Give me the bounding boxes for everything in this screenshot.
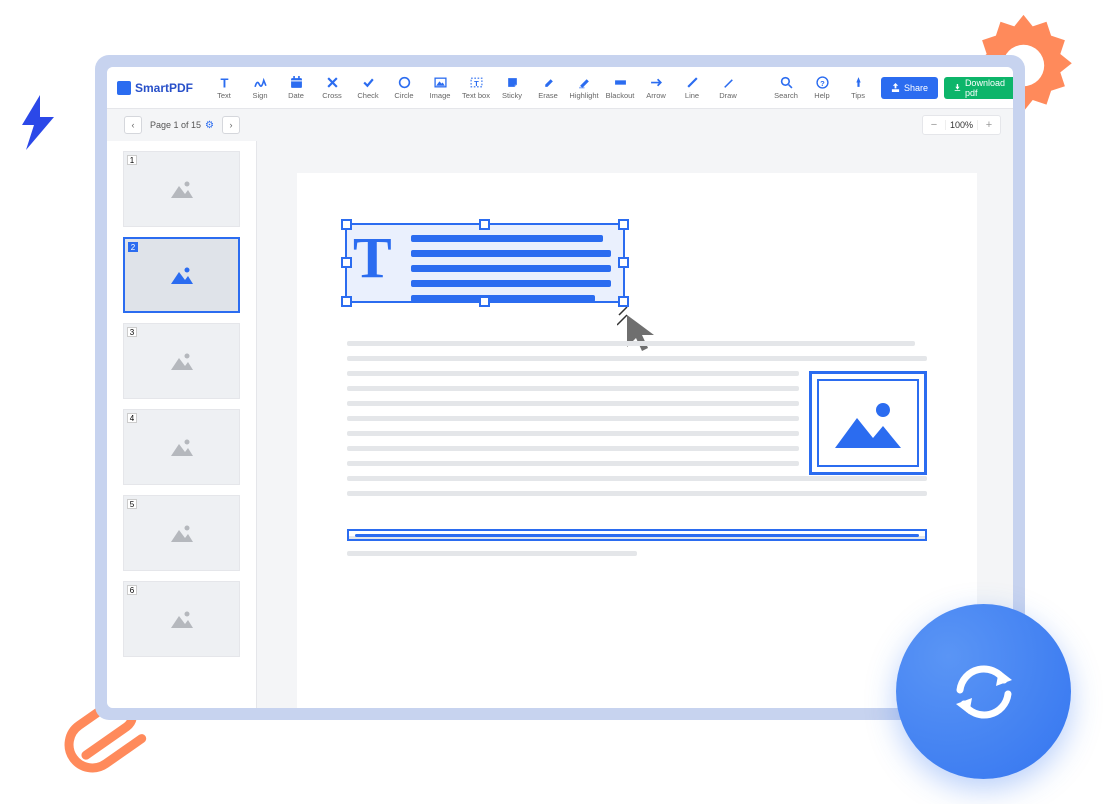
util-help[interactable]: ?Help (805, 76, 839, 100)
resize-handle-bm[interactable] (479, 296, 490, 307)
util-search[interactable]: Search (769, 76, 803, 100)
tool-highlight[interactable]: Highlight (567, 76, 601, 100)
zoom-control: − 100% + (922, 115, 1001, 135)
blackout-icon (613, 76, 627, 90)
thumbnails-panel: 1 2 3 4 5 6 (107, 141, 257, 708)
highlighted-line-element[interactable] (347, 529, 927, 541)
help-icon: ? (815, 76, 829, 90)
tool-cross[interactable]: Cross (315, 76, 349, 100)
line-icon (685, 76, 699, 90)
brand-label: SmartPDF (135, 81, 193, 95)
svg-text:?: ? (820, 79, 825, 88)
tool-check[interactable]: Check (351, 76, 385, 100)
image-icon (169, 350, 195, 372)
sign-icon (253, 76, 267, 90)
textbox-icon: T (469, 76, 483, 90)
tips-icon (851, 76, 865, 90)
erase-icon (541, 76, 555, 90)
tool-line[interactable]: Line (675, 76, 709, 100)
tool-date[interactable]: Date (279, 76, 313, 100)
thumbnail-2[interactable]: 2 (123, 237, 240, 313)
sticky-icon (505, 76, 519, 90)
image-icon (169, 608, 195, 630)
util-tips[interactable]: Tips (841, 76, 875, 100)
share-icon (891, 83, 900, 92)
thumbnail-5[interactable]: 5 (123, 495, 240, 571)
search-icon (779, 76, 793, 90)
page-info: Page 1 of 15 ⚙ (150, 120, 214, 131)
brand-icon (117, 81, 131, 95)
image-icon (169, 436, 195, 458)
download-button[interactable]: Download pdf (944, 77, 1013, 99)
thumbnail-6[interactable]: 6 (123, 581, 240, 657)
tool-circle[interactable]: Circle (387, 76, 421, 100)
resize-handle-mr[interactable] (618, 257, 629, 268)
resize-handle-ml[interactable] (341, 257, 352, 268)
share-button[interactable]: Share (881, 77, 938, 99)
date-icon (289, 76, 303, 90)
tool-draw[interactable]: Draw (711, 76, 745, 100)
image-placeholder-icon (833, 396, 903, 451)
circle-icon (397, 76, 411, 90)
thumbnail-1[interactable]: 1 (123, 151, 240, 227)
cross-icon (325, 76, 339, 90)
next-page-button[interactable]: › (222, 116, 240, 134)
download-icon (954, 83, 961, 92)
resize-handle-bl[interactable] (341, 296, 352, 307)
bolt-decoration (18, 95, 58, 150)
highlight-icon (577, 76, 591, 90)
brand: SmartPDF (117, 81, 193, 95)
svg-text:T: T (220, 76, 228, 89)
tool-text[interactable]: TText (207, 76, 241, 100)
draw-icon (721, 76, 735, 90)
image-icon (433, 76, 447, 90)
resize-handle-tm[interactable] (479, 219, 490, 230)
check-icon (361, 76, 375, 90)
thumbnail-4[interactable]: 4 (123, 409, 240, 485)
text-lines (411, 235, 611, 302)
tool-text-box[interactable]: TText box (459, 76, 493, 100)
app-window: SmartPDF TTextSignDateCrossCheckCircleIm… (95, 55, 1025, 720)
subbar: ‹ Page 1 of 15 ⚙ › − 100% + (107, 109, 1013, 141)
image-element[interactable] (809, 371, 927, 475)
resize-handle-tl[interactable] (341, 219, 352, 230)
thumbnail-3[interactable]: 3 (123, 323, 240, 399)
tool-blackout[interactable]: Blackout (603, 76, 637, 100)
arrow-icon (649, 76, 663, 90)
prev-page-button[interactable]: ‹ (124, 116, 142, 134)
canvas-area: T (257, 141, 1013, 708)
resize-handle-tr[interactable] (618, 219, 629, 230)
tool-arrow[interactable]: Arrow (639, 76, 673, 100)
page-settings-icon[interactable]: ⚙ (205, 120, 214, 131)
tool-sticky[interactable]: Sticky (495, 76, 529, 100)
tool-image[interactable]: Image (423, 76, 457, 100)
toolbar: SmartPDF TTextSignDateCrossCheckCircleIm… (107, 67, 1013, 109)
image-icon (169, 178, 195, 200)
zoom-value: 100% (945, 120, 978, 130)
page-canvas[interactable]: T (297, 173, 977, 708)
tool-sign[interactable]: Sign (243, 76, 277, 100)
T-icon: T (217, 76, 231, 90)
refresh-badge (896, 604, 1071, 779)
image-icon (169, 522, 195, 544)
svg-text:T: T (474, 79, 479, 88)
image-icon (169, 264, 195, 286)
tool-erase[interactable]: Erase (531, 76, 565, 100)
text-glyph: T (353, 229, 392, 287)
zoom-in-button[interactable]: + (978, 119, 1000, 131)
selected-text-element[interactable]: T (345, 223, 625, 303)
zoom-out-button[interactable]: − (923, 119, 945, 131)
resize-handle-br[interactable] (618, 296, 629, 307)
